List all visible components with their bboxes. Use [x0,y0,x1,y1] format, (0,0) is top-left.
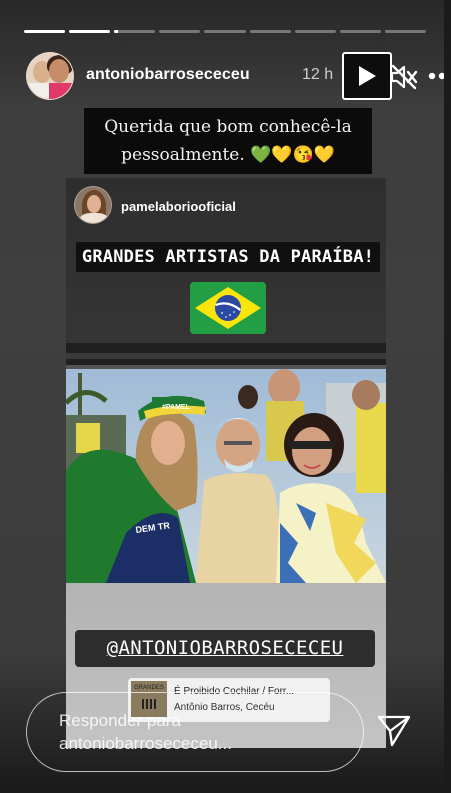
progress-segment [249,30,291,33]
album-cover-text: GRANDES [134,685,164,691]
avatar[interactable] [26,52,74,100]
progress-segment [384,30,426,33]
progress-segment [204,30,246,33]
story-caption: Querida que bom conhecê-la pessoalmente.… [84,108,372,174]
shared-post-username[interactable]: pamelaboriooficial [121,199,236,214]
mention-sticker[interactable]: @ANTONIOBARROSECECEU [75,630,375,667]
shared-post-avatar[interactable] [74,186,112,224]
story-timestamp: 12 h [302,66,334,83]
send-icon[interactable] [376,712,412,748]
story-username[interactable]: antoniobarrosececeu [86,66,250,84]
shared-post-headline: GRANDES ARTISTAS DA PARAÍBA! [76,242,380,272]
reply-input[interactable]: Responder para antoniobarrosececeu... [26,692,364,772]
speaker-muted-icon[interactable] [390,64,418,90]
caption-line-1: Querida que bom conhecê-la [104,117,352,137]
story-header: antoniobarrosececeu 12 h [24,52,451,100]
reply-placeholder-line-2: antoniobarrosececeu... [59,734,232,753]
caption-line-2: pessoalmente. 💚💛😘💛 [121,145,335,165]
shared-post-photo: DEM TR #PAMEL [66,343,386,583]
progress-segment [159,30,201,33]
window-edge [444,0,451,793]
progress-segment [294,30,336,33]
shared-post-card[interactable]: pamelaboriooficial GRANDES ARTISTAS DA P… [66,178,386,748]
story-viewer[interactable]: antoniobarrosececeu 12 h Querida que bom… [0,0,451,793]
play-button[interactable] [342,52,392,100]
reply-placeholder-line-1: Responder para [59,711,181,730]
progress-segment [114,30,156,33]
play-icon [359,66,376,86]
story-progress [24,30,426,33]
progress-segment [69,30,111,33]
brazil-flag-icon [190,282,266,334]
progress-segment [339,30,381,33]
cap-text: #PAMEL [162,404,191,411]
progress-segment [24,30,66,33]
